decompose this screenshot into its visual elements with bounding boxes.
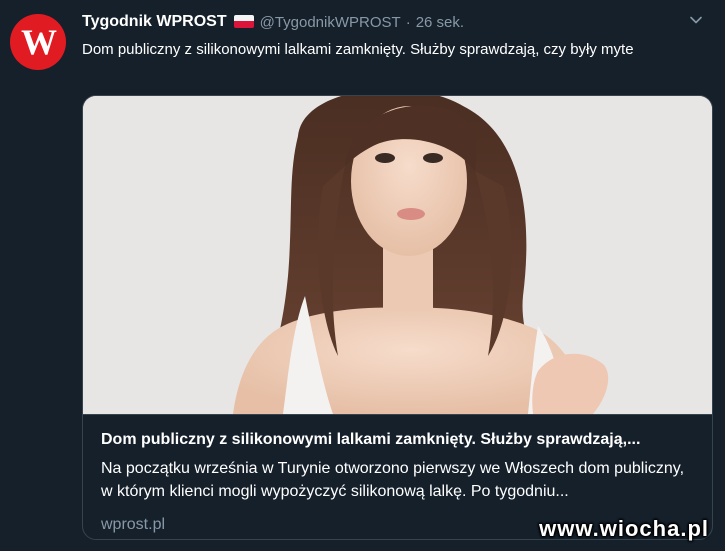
poland-flag-icon [233,14,254,28]
tweet-header: Tygodnik WPROST @TygodnikWPROST · 26 sek… [82,11,705,33]
avatar-logo-letter: W [21,22,57,62]
account-handle[interactable]: @TygodnikWPROST [260,14,401,31]
tweet-text: Dom publiczny z silikonowymi lalkami zam… [82,41,634,58]
chevron-down-icon[interactable] [687,11,705,29]
watermark: www.wiocha.pl [539,516,709,541]
tweet-timestamp[interactable]: 26 sek. [416,14,464,31]
card-image [83,96,712,414]
card-photo [83,96,712,414]
card-title[interactable]: Dom publiczny z silikonowymi lalkami zam… [101,429,694,451]
avatar[interactable]: W [10,14,66,70]
card-description: Na początku września w Turynie otworzono… [101,460,685,500]
link-card[interactable]: Dom publiczny z silikonowymi lalkami zam… [82,95,713,540]
separator-dot: · [405,13,411,31]
account-name[interactable]: Tygodnik WPROST [82,13,227,31]
